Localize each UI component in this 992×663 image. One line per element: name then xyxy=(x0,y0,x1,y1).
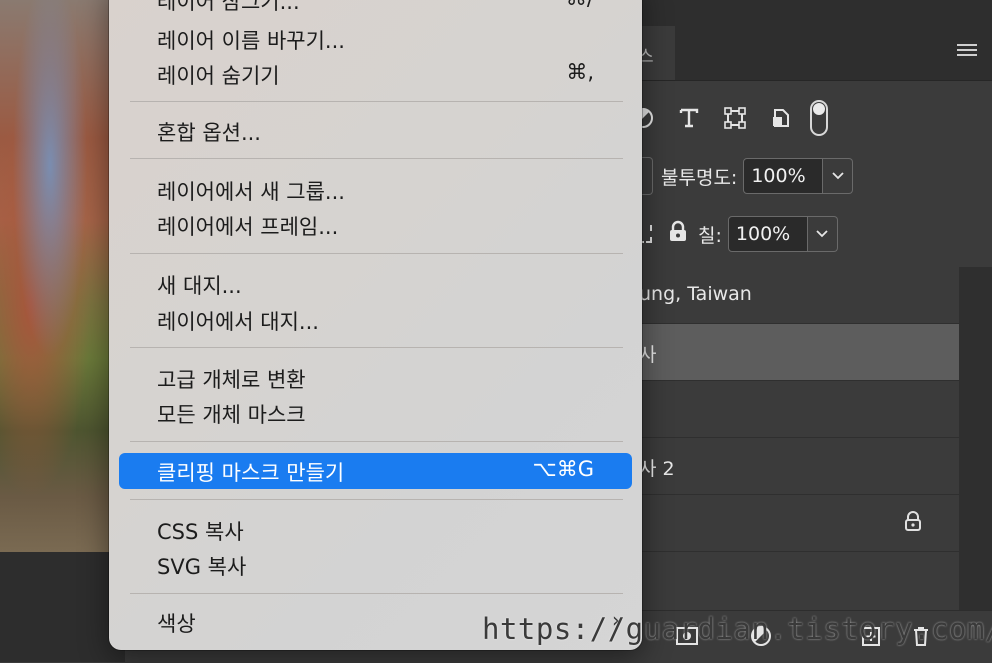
type-icon[interactable] xyxy=(676,105,702,131)
menu-separator xyxy=(130,347,623,348)
menu-item-create-clipping-mask[interactable]: 클리핑 마스크 만들기 ⌥⌘G xyxy=(119,453,632,489)
menu-item-lock-layers[interactable]: 레이어 잠그기... xyxy=(157,0,300,16)
menu-shortcut: ⌘/ xyxy=(566,0,594,10)
menu-separator xyxy=(130,441,623,442)
menu-item-new-artboard[interactable]: 새 대지... xyxy=(157,270,242,300)
layer-filter-row xyxy=(630,98,828,138)
canvas-image[interactable] xyxy=(0,0,125,552)
filter-toggle-icon[interactable] xyxy=(810,100,828,136)
opacity-label: 불투명도: xyxy=(661,166,738,189)
menu-item-rename-layer[interactable]: 레이어 이름 바꾸기... xyxy=(157,25,345,55)
fill-dropdown-button[interactable] xyxy=(807,216,838,252)
watermark-text: https://guardian.tistory.com/ xyxy=(482,612,992,646)
lock-all-icon[interactable] xyxy=(668,220,688,248)
layers-scrollbar[interactable] xyxy=(959,267,992,610)
menu-item-convert-smart-object[interactable]: 고급 개체로 변환 xyxy=(157,364,306,394)
shape-icon[interactable] xyxy=(722,105,748,131)
menu-item-mask-all-objects[interactable]: 모든 개체 마스크 xyxy=(157,399,306,429)
smart-object-icon[interactable] xyxy=(768,105,794,131)
canvas-background xyxy=(0,552,125,662)
menu-separator xyxy=(130,499,623,500)
opacity-row: 불투명도: 100% xyxy=(630,156,854,196)
menu-item-label: 클리핑 마스크 만들기 xyxy=(157,461,345,485)
layer-lock-icon xyxy=(903,511,923,536)
menu-shortcut: ⌥⌘G xyxy=(532,457,594,481)
layer-context-menu: 레이어 잠그기... ⌘/ 레이어 이름 바꾸기... 레이어 숨기기 ⌘, 혼… xyxy=(109,0,642,650)
opacity-input[interactable]: 100% xyxy=(743,158,824,194)
menu-item-frame-from-layers[interactable]: 레이어에서 프레임... xyxy=(157,211,338,241)
menu-item-copy-css[interactable]: CSS 복사 xyxy=(157,516,244,546)
menu-separator xyxy=(130,101,623,102)
menu-item-artboard-from-layers[interactable]: 레이어에서 대지... xyxy=(157,306,319,336)
menu-separator xyxy=(130,253,623,254)
menu-shortcut: ⌘, xyxy=(566,60,594,84)
menu-item-group-from-layers[interactable]: 레이어에서 새 그룹... xyxy=(157,176,345,206)
menu-separator xyxy=(130,158,623,159)
fill-label: 칠: xyxy=(698,224,722,247)
panel-menu-icon[interactable] xyxy=(957,44,977,58)
menu-item-hide-layer[interactable]: 레이어 숨기기 xyxy=(157,60,280,90)
menu-item-copy-svg[interactable]: SVG 복사 xyxy=(157,551,246,581)
layer-name: 사 2 xyxy=(639,458,675,480)
menu-separator xyxy=(130,593,623,594)
fill-input[interactable]: 100% xyxy=(727,216,808,252)
menu-item-blending-options[interactable]: 혼합 옵션... xyxy=(157,117,261,147)
layer-name: ung, Taiwan xyxy=(639,283,752,305)
menu-item-color[interactable]: 색상 xyxy=(157,608,196,638)
opacity-dropdown-button[interactable] xyxy=(823,158,854,194)
fill-row: 칠: 100% xyxy=(630,214,838,254)
